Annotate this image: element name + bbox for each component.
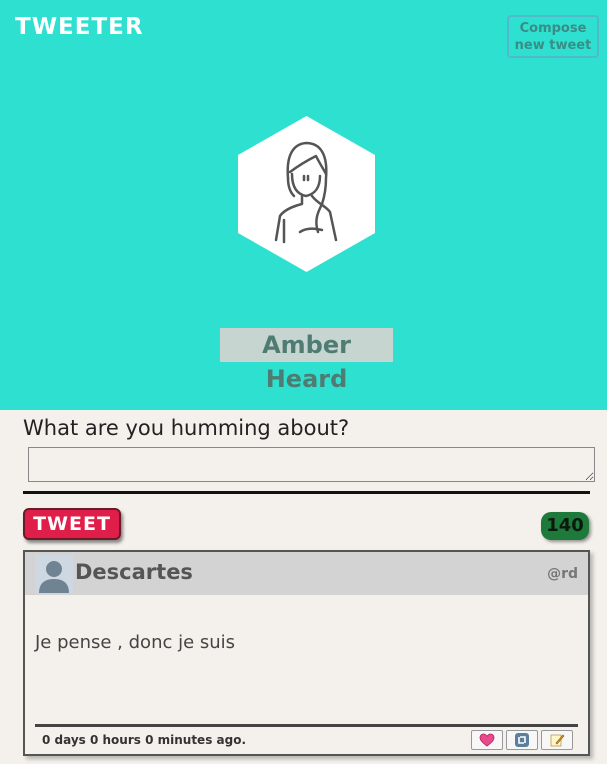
edit-button[interactable] (541, 730, 573, 750)
character-counter: 140 (541, 512, 589, 540)
heart-icon (479, 733, 495, 747)
user-avatar-icon (35, 555, 73, 593)
retweet-button[interactable] (506, 730, 538, 750)
tweet-divider (35, 724, 578, 727)
tweet-text-input[interactable] (28, 447, 595, 482)
tweet-header: Descartes @rd (25, 552, 588, 595)
app-logo[interactable]: TWEETER (15, 14, 144, 40)
tweet-timestamp: 0 days 0 hours 0 minutes ago. (42, 733, 246, 747)
tweet-card: Descartes @rd Je pense , donc je suis 0 … (23, 550, 590, 756)
tweet-author[interactable]: Descartes (75, 560, 193, 584)
woman-portrait-icon (238, 116, 375, 272)
tweet-body: Je pense , donc je suis (35, 632, 236, 653)
divider (23, 491, 590, 494)
edit-icon (550, 734, 565, 747)
compose-prompt: What are you humming about? (23, 416, 350, 440)
tweet-handle[interactable]: @rd (547, 566, 578, 582)
tweet-submit-button[interactable]: TWEET (23, 508, 121, 540)
profile-header: TWEETER Compose new tweet Amber Heard (0, 0, 607, 410)
retweet-icon (515, 733, 529, 747)
compose-new-tweet-button[interactable]: Compose new tweet (507, 15, 599, 58)
like-button[interactable] (471, 730, 503, 750)
profile-name: Amber Heard (220, 328, 393, 393)
